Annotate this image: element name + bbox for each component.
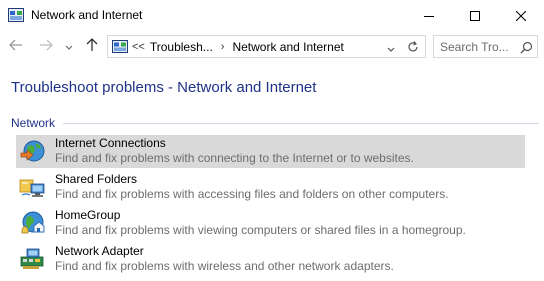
close-button[interactable]: [498, 0, 544, 31]
search-input[interactable]: [434, 36, 520, 57]
item-title: Internet Connections: [55, 136, 166, 150]
control-panel-icon: [8, 8, 24, 22]
item-description: Find and fix problems with wireless and …: [55, 259, 394, 273]
breadcrumb: << Troublesh... › Network and Internet: [132, 36, 344, 57]
troubleshooter-item-network-adapter[interactable]: Network Adapter Find and fix problems wi…: [16, 243, 525, 276]
troubleshooter-item-internet-connections[interactable]: Internet Connections Find and fix proble…: [16, 135, 525, 168]
control-panel-icon: [112, 40, 128, 53]
breadcrumb-overflow[interactable]: <<: [132, 41, 145, 53]
item-description: Find and fix problems with connecting to…: [55, 151, 414, 165]
chevron-down-icon: [386, 42, 396, 59]
homegroup-icon: [19, 209, 47, 237]
troubleshooter-item-homegroup[interactable]: HomeGroup Find and fix problems with vie…: [16, 207, 525, 240]
maximize-button[interactable]: [452, 0, 498, 31]
search-box[interactable]: [433, 35, 538, 58]
item-title: Shared Folders: [55, 172, 138, 186]
item-description: Find and fix problems with viewing compu…: [55, 223, 466, 237]
address-history-button[interactable]: [386, 42, 396, 52]
maximize-icon: [470, 10, 480, 21]
chevron-down-icon: [65, 38, 73, 56]
refresh-button[interactable]: [406, 40, 420, 54]
close-icon: [516, 10, 526, 21]
back-button[interactable]: [8, 39, 24, 55]
up-arrow-icon: [86, 37, 98, 57]
shared-folder-icon: [19, 173, 47, 201]
section-label: Network: [11, 116, 56, 130]
navigation-bar: << Troublesh... › Network and Internet: [0, 31, 544, 63]
forward-button[interactable]: [38, 39, 54, 55]
refresh-icon: [406, 41, 420, 58]
title-bar: Network and Internet: [0, 0, 544, 31]
section-header: Network: [11, 115, 539, 131]
page-title: Troubleshoot problems - Network and Inte…: [11, 79, 317, 96]
network-adapter-icon: [19, 245, 47, 273]
item-title: Network Adapter: [55, 244, 144, 258]
troubleshooter-item-shared-folders[interactable]: Shared Folders Find and fix problems wit…: [16, 171, 525, 204]
up-button[interactable]: [84, 37, 100, 57]
minimize-button[interactable]: [406, 0, 452, 31]
forward-arrow-icon: [39, 38, 53, 56]
address-bar[interactable]: << Troublesh... › Network and Internet: [107, 35, 426, 58]
window-title: Network and Internet: [31, 8, 143, 22]
recent-locations-button[interactable]: [63, 39, 75, 55]
item-description: Find and fix problems with accessing fil…: [55, 187, 449, 201]
breadcrumb-separator-icon[interactable]: ›: [221, 41, 225, 53]
minimize-icon: [424, 11, 434, 21]
search-icon[interactable]: [520, 41, 533, 54]
globe-connection-icon: [19, 137, 47, 165]
back-arrow-icon: [9, 38, 23, 56]
breadcrumb-item-troubleshooting[interactable]: Troublesh...: [150, 40, 213, 54]
section-divider: [63, 123, 539, 124]
item-title: HomeGroup: [55, 208, 121, 222]
breadcrumb-item-network-internet[interactable]: Network and Internet: [232, 40, 343, 54]
